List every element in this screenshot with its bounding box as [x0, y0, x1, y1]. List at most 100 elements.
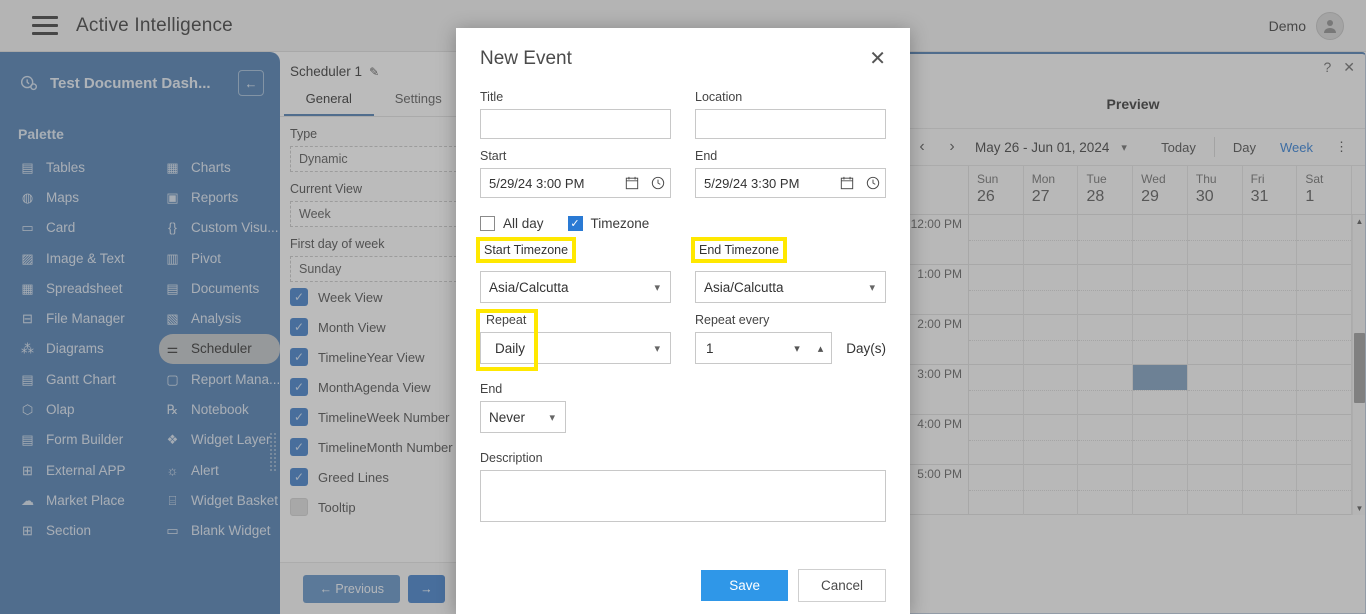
- calendar-time-cell[interactable]: [1133, 465, 1187, 515]
- end-timezone-select[interactable]: Asia/Calcutta ▾: [695, 271, 886, 303]
- calendar-time-cell[interactable]: [1078, 265, 1133, 315]
- all-day-checkbox[interactable]: [480, 216, 495, 231]
- calendar-time-cell[interactable]: [969, 315, 1023, 365]
- calendar-time-cell[interactable]: [1242, 415, 1297, 465]
- calendar-icon[interactable]: [840, 176, 854, 190]
- calendar-day-header[interactable]: Mon 27: [1024, 166, 1079, 214]
- setting-checkbox-row[interactable]: ✓ Greed Lines: [280, 462, 467, 492]
- palette-item-file-manager[interactable]: ⊟ File Manager: [14, 303, 159, 333]
- palette-item-tables[interactable]: ▤ Tables: [14, 152, 159, 182]
- palette-item-documents[interactable]: ▤ Documents: [159, 273, 280, 303]
- tab-general[interactable]: General: [284, 91, 374, 116]
- palette-item-external-app[interactable]: ⊞ External APP: [14, 455, 159, 485]
- calendar-time-cell[interactable]: [1078, 465, 1133, 515]
- calendar-time-cell[interactable]: [1242, 315, 1297, 365]
- setting-checkbox-row[interactable]: ✓ TimelineYear View: [280, 342, 467, 372]
- calendar-time-cell[interactable]: [1297, 415, 1352, 465]
- title-input[interactable]: [480, 109, 671, 139]
- question-mark-icon[interactable]: ?: [1323, 59, 1331, 76]
- calendar-time-cell[interactable]: [1187, 215, 1242, 265]
- calendar-time-cell[interactable]: [1297, 315, 1352, 365]
- triangle-up-icon[interactable]: ▲: [1355, 217, 1364, 226]
- next-button[interactable]: →: [408, 574, 445, 603]
- setting-field-value[interactable]: Dynamic: [290, 146, 457, 172]
- start-timezone-select[interactable]: Asia/Calcutta ▾: [480, 271, 671, 303]
- repeat-select[interactable]: Daily ▾: [480, 332, 671, 364]
- checkbox-timelineyear-view[interactable]: ✓: [290, 348, 308, 366]
- cancel-button[interactable]: Cancel: [797, 568, 886, 602]
- checkbox-greed-lines[interactable]: ✓: [290, 468, 308, 486]
- palette-item-form-builder[interactable]: ▤ Form Builder: [14, 425, 159, 455]
- calendar-time-cell[interactable]: [1023, 365, 1078, 415]
- palette-item-diagrams[interactable]: ⁂ Diagrams: [14, 334, 159, 364]
- calendar-time-cell[interactable]: [1187, 465, 1242, 515]
- calendar-day-header[interactable]: Sat 1: [1297, 166, 1353, 214]
- chevron-left-icon[interactable]: ‹: [909, 138, 935, 156]
- palette-item-card[interactable]: ▭ Card: [14, 213, 159, 243]
- setting-field-value[interactable]: Week: [290, 201, 457, 227]
- calendar-day-header[interactable]: Thu 30: [1188, 166, 1243, 214]
- save-button[interactable]: Save: [701, 569, 788, 601]
- calendar-time-cell[interactable]: [1187, 315, 1242, 365]
- pencil-icon[interactable]: ✎: [369, 65, 379, 79]
- palette-resize-handle[interactable]: [269, 432, 277, 472]
- today-button[interactable]: Today: [1151, 140, 1206, 155]
- chevron-right-icon[interactable]: ›: [939, 138, 965, 156]
- calendar-time-cell[interactable]: [1242, 265, 1297, 315]
- palette-item-olap[interactable]: ⬡ Olap: [14, 394, 159, 424]
- calendar-time-cell[interactable]: [1187, 265, 1242, 315]
- calendar-time-cell[interactable]: [1133, 265, 1187, 315]
- triangle-down-icon[interactable]: ▼: [1355, 504, 1364, 513]
- calendar-icon[interactable]: [625, 176, 639, 190]
- palette-item-image-text[interactable]: ▨ Image & Text: [14, 243, 159, 273]
- calendar-time-cell[interactable]: [1242, 215, 1297, 265]
- calendar-time-cell[interactable]: [1133, 365, 1187, 415]
- clock-icon[interactable]: [651, 176, 665, 190]
- calendar-time-cell[interactable]: [1133, 215, 1187, 265]
- palette-item-blank-widget[interactable]: ▭ Blank Widget: [159, 516, 280, 546]
- calendar-time-cell[interactable]: [1187, 365, 1242, 415]
- timezone-checkbox[interactable]: ✓: [567, 216, 583, 231]
- previous-button[interactable]: ← Previous: [303, 574, 401, 603]
- calendar-day-header[interactable]: Wed 29: [1133, 166, 1188, 214]
- palette-item-spreadsheet[interactable]: ▦ Spreadsheet: [14, 273, 159, 303]
- palette-item-maps[interactable]: ◍ Maps: [14, 182, 159, 212]
- palette-item-custom-visu[interactable]: {} Custom Visu...: [159, 213, 280, 243]
- palette-item-analysis[interactable]: ▧ Analysis: [159, 303, 280, 333]
- setting-field-value[interactable]: Sunday: [290, 256, 457, 282]
- chevron-down-icon[interactable]: ▾: [1121, 141, 1127, 154]
- calendar-time-cell[interactable]: [1078, 215, 1133, 265]
- palette-item-section[interactable]: ⊞ Section: [14, 516, 159, 546]
- calendar-time-cell[interactable]: [1078, 415, 1133, 465]
- hamburger-icon[interactable]: [32, 16, 58, 35]
- calendar-vertical-scrollbar[interactable]: ▲ ▼: [1352, 215, 1365, 515]
- palette-item-report-mana[interactable]: ▢ Report Mana...: [159, 364, 280, 394]
- clock-icon[interactable]: [866, 176, 880, 190]
- calendar-time-cell[interactable]: [1133, 315, 1187, 365]
- checkbox-timelinemonth-number[interactable]: ✓: [290, 438, 308, 456]
- arrow-left-icon[interactable]: ←: [238, 70, 264, 96]
- calendar-time-cell[interactable]: [969, 215, 1023, 265]
- description-textarea[interactable]: [480, 470, 886, 522]
- checkbox-tooltip[interactable]: [290, 498, 308, 516]
- chevron-down-icon[interactable]: ▾: [794, 342, 800, 355]
- view-week-button[interactable]: Week: [1270, 140, 1323, 155]
- scrollbar-thumb[interactable]: [1354, 333, 1365, 403]
- setting-checkbox-row[interactable]: ✓ Month View: [280, 312, 467, 342]
- calendar-time-cell[interactable]: [1023, 465, 1078, 515]
- palette-item-reports[interactable]: ▣ Reports: [159, 182, 280, 212]
- checkbox-month-view[interactable]: ✓: [290, 318, 308, 336]
- calendar-time-cell[interactable]: [969, 465, 1023, 515]
- calendar-day-header[interactable]: Tue 28: [1078, 166, 1134, 214]
- calendar-time-cell[interactable]: [1297, 215, 1352, 265]
- close-icon[interactable]: ✕: [869, 49, 886, 69]
- calendar-time-cell[interactable]: [1078, 365, 1133, 415]
- checkbox-timelineweek-number[interactable]: ✓: [290, 408, 308, 426]
- palette-item-charts[interactable]: ▦ Charts: [159, 152, 280, 182]
- palette-item-widget-layer[interactable]: ❖ Widget Layer: [159, 425, 280, 455]
- palette-item-gantt-chart[interactable]: ▤ Gantt Chart: [14, 364, 159, 394]
- calendar-time-cell[interactable]: [969, 415, 1023, 465]
- palette-item-notebook[interactable]: ℞ Notebook: [159, 394, 280, 424]
- repeat-end-select[interactable]: Never ▾: [480, 401, 566, 433]
- calendar-time-cell[interactable]: [1078, 315, 1133, 365]
